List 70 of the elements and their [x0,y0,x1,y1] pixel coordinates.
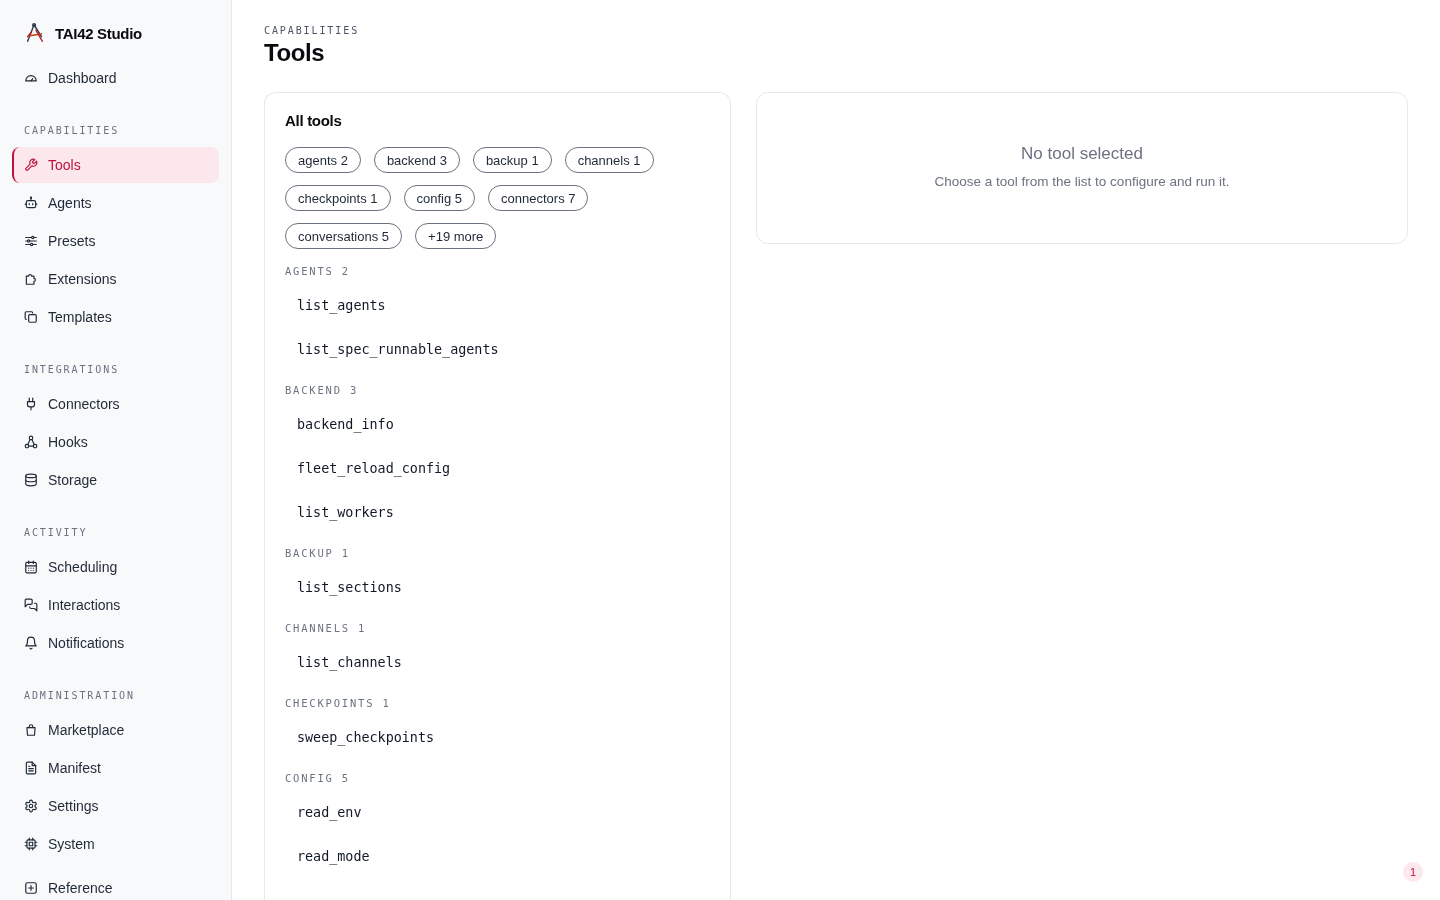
tool-group-title: CHANNELS 1 [285,621,368,635]
filter-chip[interactable]: config 5 [403,185,476,211]
brand-name: TAI42 Studio [55,24,142,42]
filter-chip[interactable]: channels 1 [564,147,654,173]
nav-item[interactable]: Hooks [12,424,219,460]
tool-group-title: CONFIG 5 [285,771,351,785]
nav-item[interactable]: Scheduling [12,549,219,585]
nav-item[interactable]: Extensions [12,261,219,297]
nav-section-title: ACTIVITY [23,526,89,540]
nav-item[interactable]: Interactions [12,587,219,623]
sliders-icon [24,234,38,248]
filter-chip[interactable]: connectors 7 [488,185,589,211]
section-label: CAPABILITIES [264,24,361,38]
settings-icon [24,799,38,813]
nav-item[interactable]: Storage [12,462,219,498]
plus-square-icon [24,881,38,895]
tool-item[interactable]: sweep_checkpoints [285,719,447,755]
tool-item[interactable]: list_agents [285,287,398,323]
nav-item[interactable]: System [12,826,219,862]
count-badge[interactable]: 1 [1403,862,1423,882]
tool-group-title: BACKEND 3 [285,383,360,397]
nav-item[interactable]: Notifications [12,625,219,661]
panel-title: All tools [285,111,343,131]
nav-item[interactable]: Agents [12,185,219,221]
copy-icon [24,310,38,324]
filter-chip[interactable]: checkpoints 1 [285,185,391,211]
tool-group-title: BACKUP 1 [285,546,351,560]
plug-icon [24,397,38,411]
chat-bubbles-icon [24,598,38,612]
chip-icon [24,837,38,851]
tool-item[interactable]: list_spec_runnable_agents [285,331,511,367]
nav-item[interactable]: Settings [12,788,219,824]
robot-icon [24,196,38,210]
nav-item[interactable]: Marketplace [12,712,219,748]
nav-section-title: CAPABILITIES [23,124,121,138]
filter-chip[interactable]: agents 2 [285,147,361,173]
bag-icon [24,723,38,737]
tool-item[interactable]: fleet_reload_config [285,450,463,486]
nav-item[interactable]: Manifest [12,750,219,786]
filter-chip[interactable]: backend 3 [373,147,460,173]
tool-item[interactable]: read_mode [285,838,382,874]
tool-item[interactable]: list_channels [285,644,414,680]
nodes-icon [24,435,38,449]
page-title: Tools [264,39,326,67]
filter-chip[interactable]: +19 more [415,223,497,249]
bell-icon [24,636,38,650]
database-icon [24,473,38,487]
nav-item[interactable]: Connectors [12,386,219,422]
tool-item[interactable]: backend_info [285,406,406,442]
nav-item[interactable]: Dashboard [12,60,219,96]
nav-item[interactable]: Templates [12,299,219,335]
calendar-icon [24,560,38,574]
logo-icon [24,22,46,44]
tool-group-title: AGENTS 2 [285,264,351,278]
nav-item[interactable]: Presets [12,223,219,259]
nav-item[interactable]: Tools [12,147,219,183]
tool-item[interactable]: read_env [285,794,374,830]
empty-state-title: No tool selected [1020,143,1144,165]
wrench-icon [24,158,38,172]
filter-chip[interactable]: conversations 5 [285,223,403,249]
tool-item[interactable]: list_workers [285,494,406,530]
empty-state-message: Choose a tool from the list to configure and run it. [933,173,1231,191]
tool-item[interactable]: list_sections [285,569,414,605]
nav-section-title: INTEGRATIONS [23,363,121,377]
nav-item[interactable]: Reference [12,870,219,900]
filter-chip[interactable]: backup 1 [472,147,552,173]
document-icon [24,761,38,775]
nav-section-title: ADMINISTRATION [23,689,136,703]
puzzle-icon [24,272,38,286]
tool-group-title: CHECKPOINTS 1 [285,696,392,710]
